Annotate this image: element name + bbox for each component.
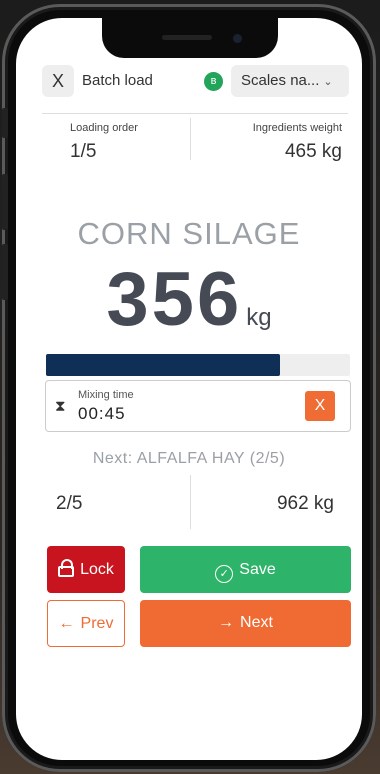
prev-button-label: Prev (80, 615, 114, 632)
mixing-time-label: Mixing time (78, 389, 134, 401)
arrow-left-icon: ← (58, 615, 75, 632)
arrow-right-icon: → (218, 614, 235, 631)
loading-progress-bar (46, 354, 350, 376)
current-weight: 356 kg (30, 256, 348, 343)
mixing-time-field[interactable]: ⧗ Mixing time 00:45 X (45, 380, 351, 432)
next-order-value: 2/5 (56, 493, 83, 514)
next-button-label: Next (240, 614, 273, 631)
save-button[interactable]: ✓ Save (140, 546, 351, 593)
speaker (162, 35, 212, 40)
save-button-label: Save (239, 561, 276, 578)
mute-switch (2, 108, 8, 138)
lock-button[interactable]: Lock (47, 546, 125, 593)
next-button[interactable]: → Next (140, 600, 351, 647)
notch (102, 18, 278, 58)
ingredients-weight-label: Ingredients weight (252, 122, 342, 134)
mixing-time-value: 00:45 (78, 404, 126, 423)
scales-dropdown[interactable]: Scales na... ⌄ (231, 65, 349, 97)
lock-icon (58, 559, 75, 577)
prev-button[interactable]: ← Prev (47, 600, 125, 647)
volume-down-button (2, 244, 8, 300)
front-camera (233, 34, 242, 43)
batch-stats: Loading order 1/5 Ingredients weight 465… (42, 114, 348, 166)
loading-order-value: 1/5 (70, 141, 97, 162)
app-screen: X Batch load ʙ Scales na... ⌄ Loading ord… (16, 18, 362, 760)
next-ingredient-label: Next: ALFALFA HAY (2/5) (92, 450, 286, 467)
current-weight-value: 356 (106, 257, 243, 342)
page-title: Batch load (82, 72, 153, 89)
current-product-name: CORN SILAGE (77, 216, 301, 251)
ingredients-weight-value: 465 kg (284, 141, 342, 162)
check-circle-icon: ✓ (215, 565, 234, 583)
scales-dropdown-label: Scales na... (241, 72, 320, 89)
next-ingredient-stats: 2/5 962 kg (42, 473, 348, 531)
lock-button-label: Lock (80, 561, 114, 578)
bluetooth-icon[interactable]: ʙ (204, 72, 223, 91)
stats-divider (190, 118, 191, 160)
loading-progress-fill (46, 354, 281, 376)
current-weight-unit: kg (246, 304, 272, 331)
chevron-down-icon: ⌄ (323, 76, 333, 88)
volume-up-button (2, 174, 8, 230)
clear-mixing-time-button[interactable]: X (305, 391, 335, 421)
header: X Batch load ʙ Scales na... ⌄ (42, 65, 349, 99)
phone-frame: X Batch load ʙ Scales na... ⌄ Loading ord… (2, 4, 376, 772)
close-button[interactable]: X (42, 65, 74, 97)
hourglass-icon: ⧗ (55, 398, 66, 415)
next-stats-divider (190, 475, 191, 529)
next-weight-value: 962 kg (276, 493, 334, 514)
loading-order-label: Loading order (70, 122, 138, 134)
